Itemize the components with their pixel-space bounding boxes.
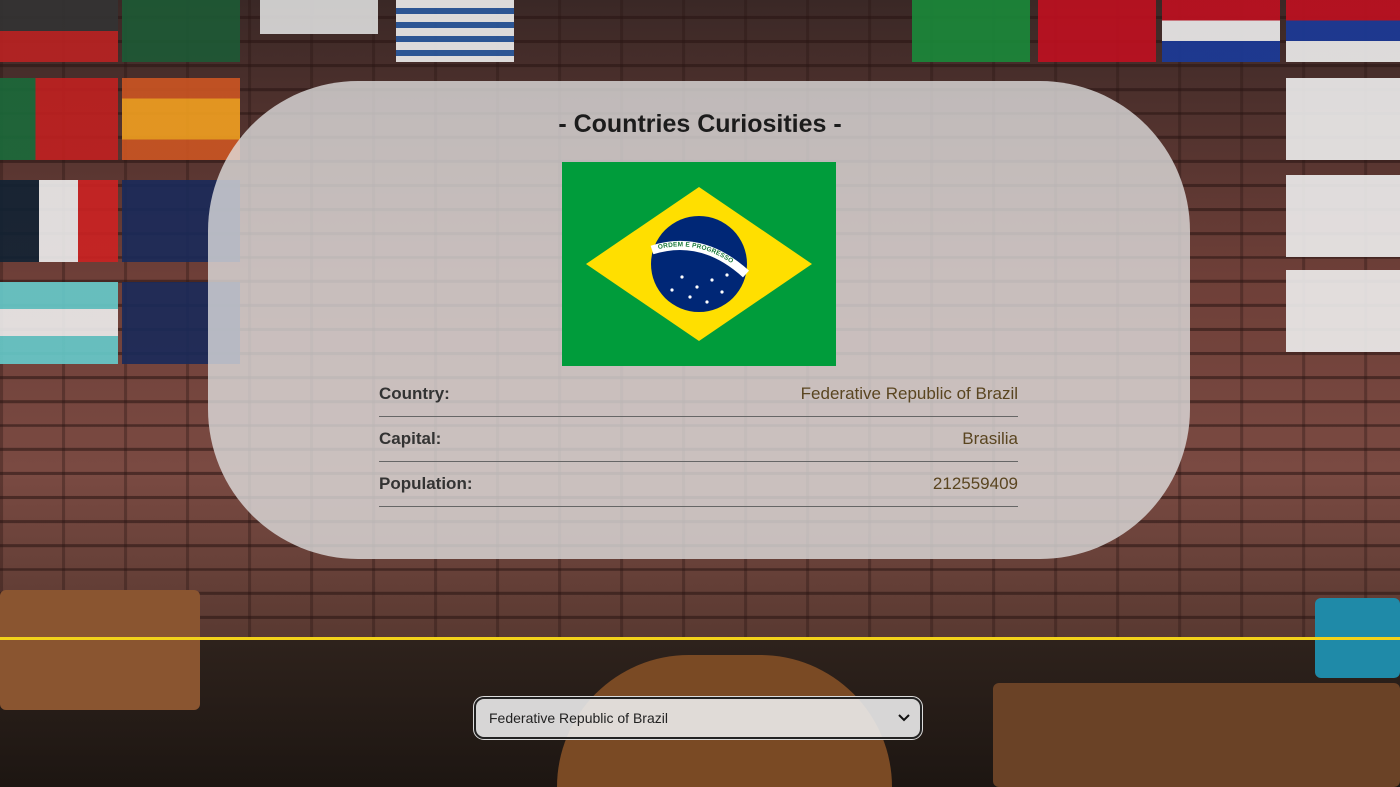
detail-label: Population: [379, 474, 473, 493]
country-flag-image: ORDEM E PROGRESSO [562, 162, 836, 366]
page-title: - Countries Curiosities - [558, 110, 842, 138]
detail-label: Capital: [379, 429, 442, 448]
bg-flag [1162, 0, 1280, 62]
bg-flag [0, 0, 118, 62]
detail-value: 212559409 [932, 474, 1018, 493]
table [993, 683, 1400, 787]
chevron-down-icon [898, 714, 910, 722]
detail-row-country: Country: Federative Republic of Brazil [379, 372, 1018, 417]
bg-flag [122, 0, 240, 62]
detail-row-population: Population: 212559409 [379, 462, 1018, 507]
bg-flag [260, 0, 378, 34]
bg-flag [0, 282, 118, 364]
bg-flag [1286, 175, 1400, 257]
detail-row-capital: Capital: Brasilia [379, 417, 1018, 462]
bg-flag [1286, 0, 1400, 62]
detail-label: Country: [379, 384, 450, 403]
detail-value: Federative Republic of Brazil [800, 384, 1018, 403]
detail-value: Brasilia [962, 429, 1018, 448]
country-select-value: Federative Republic of Brazil [489, 710, 668, 726]
bg-flag [1286, 270, 1400, 352]
country-select[interactable]: Federative Republic of Brazil [473, 696, 923, 740]
bg-flag [0, 180, 118, 262]
divider-line [0, 637, 1400, 640]
bg-flag [912, 0, 1030, 62]
bg-flag [1038, 0, 1156, 62]
bg-flag [396, 0, 514, 62]
table [0, 590, 200, 710]
